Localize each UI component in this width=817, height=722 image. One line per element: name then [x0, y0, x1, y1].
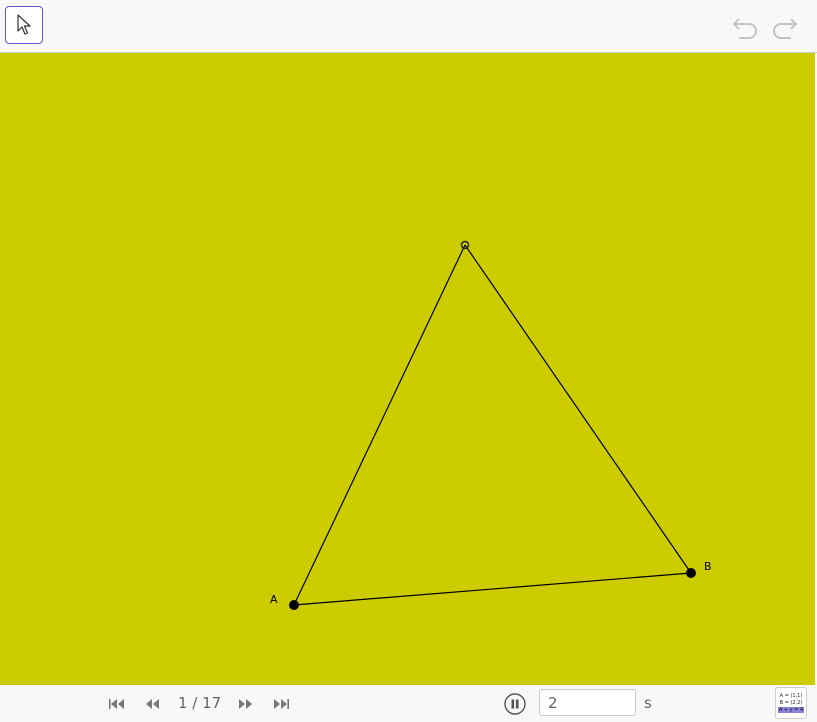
geometry-drawing: A B	[270, 240, 712, 610]
arrow-cursor-icon	[17, 14, 31, 35]
skip-to-end-icon	[274, 699, 289, 709]
algebra-line-3: A + y = 4	[777, 707, 805, 713]
algebra-line-1: A = (1,1)	[779, 693, 803, 699]
next-page-button[interactable]	[234, 695, 256, 713]
algebra-view-button[interactable]: A = (1,1) B = (2,2) A + y = 4	[775, 687, 807, 719]
previous-page-button[interactable]	[142, 695, 164, 713]
undo-icon	[732, 18, 757, 39]
undo-button[interactable]	[731, 13, 761, 39]
point-b[interactable]	[686, 568, 696, 578]
pause-button[interactable]	[504, 693, 526, 715]
step-forward-icon	[239, 699, 252, 709]
redo-button[interactable]	[769, 13, 799, 39]
speed-unit: s	[644, 694, 652, 712]
segment-a-top[interactable]	[293, 244, 466, 606]
first-page-button[interactable]	[106, 695, 128, 713]
move-tool-button[interactable]	[5, 6, 43, 44]
speed-input[interactable]	[539, 689, 636, 716]
graphics-view[interactable]: A B	[0, 53, 815, 685]
playback-bar: 1 / 17 s A = (1,1) B = (2,2) A + y = 4	[0, 685, 817, 722]
redo-icon	[773, 18, 798, 39]
skip-to-start-icon	[109, 699, 124, 709]
pause-icon	[504, 693, 526, 715]
point-a[interactable]	[289, 600, 299, 610]
segment-top-b[interactable]	[464, 244, 692, 574]
algebra-line-2: B = (2,2)	[779, 700, 803, 706]
segment-a-b[interactable]	[293, 572, 692, 606]
step-back-icon	[146, 699, 159, 709]
point-b-label: B	[704, 560, 712, 573]
last-page-button[interactable]	[270, 695, 292, 713]
page-counter: 1 / 17	[178, 694, 222, 712]
point-a-label: A	[270, 593, 278, 606]
toolbar	[0, 0, 817, 53]
